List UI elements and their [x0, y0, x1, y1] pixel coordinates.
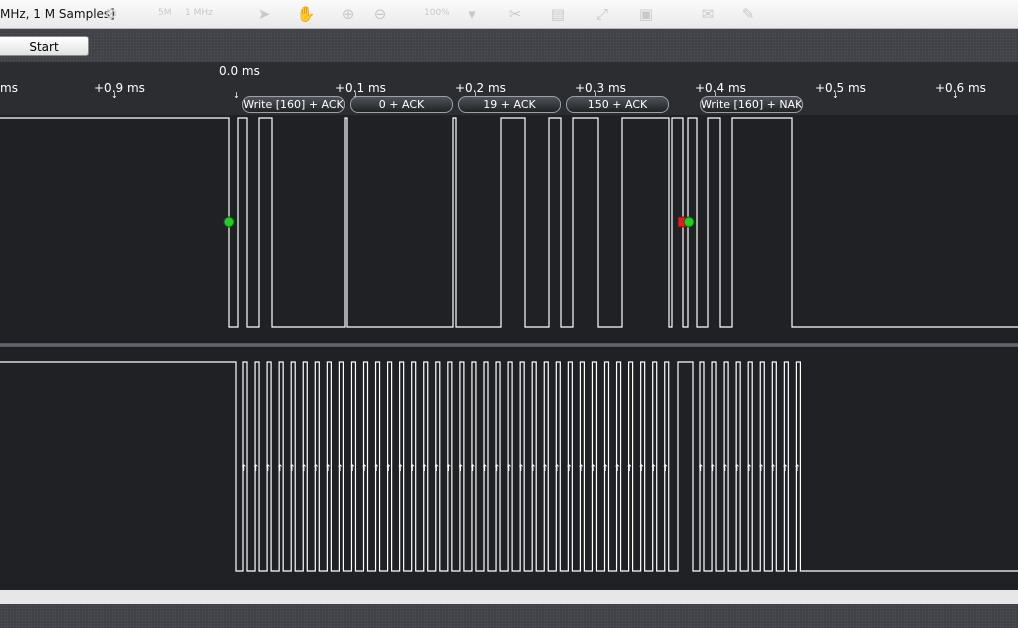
start-marker-icon[interactable]: [683, 216, 695, 228]
clock-edge-arrow-icon: ↑: [481, 464, 489, 474]
clock-edge-arrow-icon: ↑: [252, 464, 260, 474]
start-marker-icon[interactable]: [223, 216, 235, 228]
clock-edge-arrow-icon: ↑: [577, 464, 585, 474]
clock-edge-arrow-icon: ↑: [421, 464, 429, 474]
clock-edge-arrow-icon: ↑: [445, 464, 453, 474]
clock-edge-arrow-icon: ↑: [288, 464, 296, 474]
clock-edge-arrow-icon: ↑: [721, 464, 729, 474]
clock-edge-arrow-icon: ↑: [385, 464, 393, 474]
clock-edge-arrow-icon: ↑: [240, 464, 248, 474]
clock-edge-arrow-icon: ↑: [745, 464, 753, 474]
clock-edge-arrow-icon: ↑: [589, 464, 597, 474]
clock-edge-arrow-icon: ↑: [433, 464, 441, 474]
clock-edge-arrow-icon: ↑: [709, 464, 717, 474]
clock-edge-arrow-icon: ↑: [361, 464, 369, 474]
clock-edge-arrow-icon: ↑: [264, 464, 272, 474]
clock-edge-arrow-icon: ↑: [650, 464, 658, 474]
sda-waveform: [0, 117, 1018, 328]
clock-edge-arrow-icon: ↑: [505, 464, 513, 474]
clock-edge-arrow-icon: ↑: [662, 464, 670, 474]
clock-edge-arrow-icon: ↑: [626, 464, 634, 474]
clock-edge-arrow-icon: ↑: [517, 464, 525, 474]
clock-edge-arrow-icon: ↑: [638, 464, 646, 474]
clock-edge-arrow-icon: ↑: [276, 464, 284, 474]
clock-edge-arrow-icon: ↑: [793, 464, 801, 474]
clock-edge-arrow-icon: ↑: [757, 464, 765, 474]
clock-edge-arrow-icon: ↑: [312, 464, 320, 474]
clock-edge-arrow-icon: ↑: [397, 464, 405, 474]
clock-edge-arrow-icon: ↑: [614, 464, 622, 474]
clock-edge-arrow-icon: ↑: [300, 464, 308, 474]
clock-edge-arrow-icon: ↑: [733, 464, 741, 474]
waveform-layer: ↑ ↑ ↑ ↑ ↑ ↑ ↑ ↑ ↑ ↑ ↑ ↑ ↑ ↑ ↑ ↑ ↑ ↑ ↑ ↑ ↑ ↑ ↑ ↑ ↑ ↑ ↑ ↑ ↑ ↑ ↑ ↑ ↑ ↑ ↑ ↑ ↑ ↑ ↑ ↑…: [0, 117, 1018, 572]
clock-edge-arrow-icon: ↑: [493, 464, 501, 474]
clock-edge-arrow-icon: ↑: [553, 464, 561, 474]
clock-edge-arrow-icon: ↑: [457, 464, 465, 474]
clock-edge-arrow-icon: ↑: [697, 464, 705, 474]
clock-edge-arrow-icon: ↑: [565, 464, 573, 474]
horizontal-scrollbar[interactable]: [0, 590, 1018, 604]
clock-edge-arrow-icon: ↑: [541, 464, 549, 474]
clock-edge-arrow-icon: ↑: [529, 464, 537, 474]
clock-edge-arrow-icon: ↑: [469, 464, 477, 474]
clock-edge-arrow-icon: ↑: [348, 464, 356, 474]
status-bar: [0, 604, 1018, 628]
scl-clock-markers: ↑ ↑ ↑ ↑ ↑ ↑ ↑ ↑ ↑ ↑ ↑ ↑ ↑ ↑ ↑ ↑ ↑ ↑ ↑ ↑ ↑ ↑ ↑ ↑ ↑ ↑ ↑ ↑ ↑ ↑ ↑ ↑ ↑ ↑ ↑ ↑ ↑ ↑ ↑ ↑…: [240, 464, 801, 474]
clock-edge-arrow-icon: ↑: [324, 464, 332, 474]
clock-edge-arrow-icon: ↑: [409, 464, 417, 474]
clock-edge-arrow-icon: ↑: [373, 464, 381, 474]
clock-edge-arrow-icon: ↑: [781, 464, 789, 474]
clock-edge-arrow-icon: ↑: [602, 464, 610, 474]
clock-edge-arrow-icon: ↑: [336, 464, 344, 474]
clock-edge-arrow-icon: ↑: [769, 464, 777, 474]
